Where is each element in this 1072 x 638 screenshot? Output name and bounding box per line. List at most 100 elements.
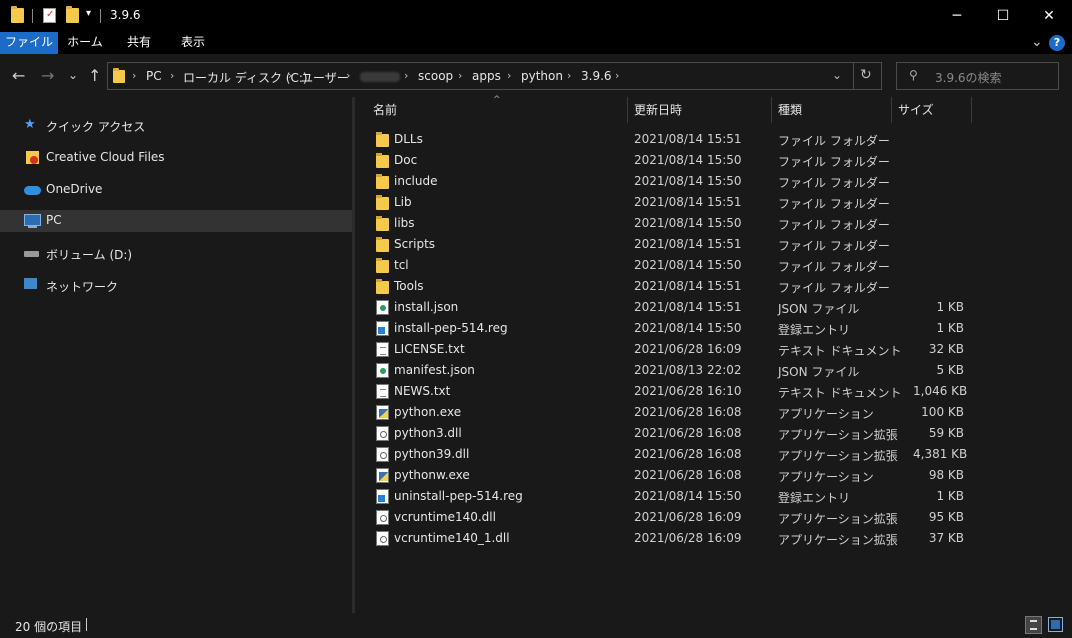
column-header-type[interactable]: 種類 xyxy=(772,97,892,123)
expand-ribbon-icon[interactable]: ⌄ xyxy=(1031,34,1043,50)
file-type: アプリケーション拡張 xyxy=(778,512,898,526)
monitor-stand xyxy=(28,226,37,228)
column-header-date[interactable]: 更新日時 xyxy=(628,97,772,123)
sidebar-item-onedrive[interactable]: OneDrive xyxy=(0,179,352,201)
breadcrumb-users[interactable]: ユーザー xyxy=(301,69,349,86)
table-row[interactable]: manifest.json 2021/08/13 22:02 JSON ファイル 5 … xyxy=(373,360,983,381)
table-row[interactable]: uninstall-pep-514.reg 2021/08/14 15:50 登録エ… xyxy=(373,486,983,507)
star-icon: ★ xyxy=(24,117,36,132)
table-row[interactable]: NEWS.txt 2021/06/28 16:10 テキスト ドキュメント 1,046… xyxy=(373,381,983,402)
exe-file-icon xyxy=(376,405,389,420)
search-icon: ⚲ xyxy=(909,68,918,82)
table-row[interactable]: python.exe 2021/06/28 16:08 アプリケーション 100 KB xyxy=(373,402,983,423)
breadcrumb-python[interactable]: python xyxy=(521,69,563,83)
minimize-button[interactable]: ─ xyxy=(934,0,980,32)
chevron-right-icon[interactable]: › xyxy=(615,69,619,82)
table-row[interactable]: libs 2021/08/14 15:50 ファイル フォルダー xyxy=(373,213,983,234)
sidebar-item-network[interactable]: ネットワーク xyxy=(0,275,352,297)
sidebar-item-quick-access[interactable]: ★ クイック アクセス xyxy=(0,115,352,137)
chevron-right-icon[interactable]: › xyxy=(404,69,408,82)
json-file-icon xyxy=(376,363,389,378)
file-type: アプリケーション拡張 xyxy=(778,428,898,442)
sidebar-item-creative-cloud[interactable]: Creative Cloud Files xyxy=(0,147,352,169)
column-header-size[interactable]: サイズ xyxy=(892,97,972,123)
table-row[interactable]: python3.dll 2021/06/28 16:08 アプリケーション拡張 59 … xyxy=(373,423,983,444)
cloud-icon xyxy=(24,186,41,195)
table-row[interactable]: python39.dll 2021/06/28 16:08 アプリケーション拡張 4,… xyxy=(373,444,983,465)
file-list: ^ 名前 更新日時 種類 サイズ DLLs 2021/08/14 15:51 ファイ… xyxy=(355,95,1072,613)
file-type: JSON ファイル xyxy=(778,302,860,316)
tab-file[interactable]: ファイル xyxy=(0,32,58,54)
tab-home[interactable]: ホーム xyxy=(58,32,112,54)
table-row[interactable]: install-pep-514.reg 2021/08/14 15:50 登録エント… xyxy=(373,318,983,339)
breadcrumb-username-redacted[interactable] xyxy=(360,72,400,82)
new-folder-icon[interactable] xyxy=(66,6,79,23)
creative-cloud-folder-icon xyxy=(26,151,39,164)
search-input[interactable]: ⚲ 3.9.6の検索 xyxy=(896,62,1059,90)
chevron-right-icon[interactable]: › xyxy=(567,69,571,82)
status-bar: 20 個の項目 xyxy=(0,613,1072,638)
table-row[interactable]: Tools 2021/08/14 15:51 ファイル フォルダー xyxy=(373,276,983,297)
table-row[interactable]: include 2021/08/14 15:50 ファイル フォルダー xyxy=(373,171,983,192)
file-type: ファイル フォルダー xyxy=(778,134,890,148)
address-dropdown-icon[interactable]: ⌄ xyxy=(832,68,842,82)
breadcrumb-apps[interactable]: apps xyxy=(472,69,501,83)
table-row[interactable]: Lib 2021/08/14 15:51 ファイル フォルダー xyxy=(373,192,983,213)
file-date: 2021/06/28 16:09 xyxy=(634,531,742,545)
tab-share[interactable]: 共有 xyxy=(112,32,166,54)
recent-locations-button[interactable]: ⌄ xyxy=(68,68,78,82)
file-name: python.exe xyxy=(394,405,462,419)
file-date: 2021/08/14 15:51 xyxy=(634,132,742,146)
dll-file-icon xyxy=(376,531,389,546)
sidebar-item-pc[interactable]: PC xyxy=(0,210,352,232)
table-row[interactable]: LICENSE.txt 2021/06/28 16:09 テキスト ドキュメント 32… xyxy=(373,339,983,360)
file-size: 1,046 KB xyxy=(913,384,968,398)
back-button[interactable]: ← xyxy=(12,66,25,85)
sidebar-item-label: ネットワーク xyxy=(46,280,119,294)
file-size: 5 KB xyxy=(936,363,964,377)
forward-button[interactable]: → xyxy=(41,66,54,85)
toolbar-separator xyxy=(100,9,101,23)
file-date: 2021/08/14 15:50 xyxy=(634,174,742,188)
tab-view[interactable]: 表示 xyxy=(166,32,220,54)
up-button[interactable]: ↑ xyxy=(88,66,101,85)
sidebar-item-volume-d[interactable]: ボリューム (D:) xyxy=(0,243,352,265)
details-view-button[interactable] xyxy=(1025,616,1042,634)
breadcrumb-scoop[interactable]: scoop xyxy=(418,69,453,83)
properties-icon[interactable]: ✓ xyxy=(43,8,56,23)
breadcrumb-pc[interactable]: PC xyxy=(146,69,162,83)
table-row[interactable]: tcl 2021/08/14 15:50 ファイル フォルダー xyxy=(373,255,983,276)
file-type: テキスト ドキュメント xyxy=(778,344,902,358)
breadcrumb-current[interactable]: 3.9.6 xyxy=(581,69,612,83)
table-row[interactable]: vcruntime140.dll 2021/06/28 16:09 アプリケーション… xyxy=(373,507,983,528)
chevron-right-icon[interactable]: › xyxy=(346,69,350,82)
chevron-right-icon[interactable]: › xyxy=(458,69,462,82)
refresh-button[interactable]: ↻ xyxy=(860,67,872,83)
chevron-right-icon[interactable]: › xyxy=(170,69,174,82)
large-icons-view-button[interactable] xyxy=(1048,617,1063,632)
table-row[interactable]: Scripts 2021/08/14 15:51 ファイル フォルダー xyxy=(373,234,983,255)
sidebar-item-label: PC xyxy=(46,213,62,227)
help-icon[interactable]: ? xyxy=(1049,35,1065,51)
table-row[interactable]: DLLs 2021/08/14 15:51 ファイル フォルダー xyxy=(373,129,983,150)
file-date: 2021/06/28 16:08 xyxy=(634,426,742,440)
column-header-name[interactable]: 名前 xyxy=(367,97,628,123)
chevron-right-icon[interactable]: › xyxy=(288,69,292,82)
close-button[interactable]: ✕ xyxy=(1026,0,1072,32)
maximize-button[interactable]: ☐ xyxy=(980,0,1026,32)
address-bar[interactable]: › PC › ローカル ディスク (C:) › ユーザー › › scoop ›… xyxy=(107,62,882,90)
table-row[interactable]: pythonw.exe 2021/06/28 16:08 アプリケーション 98 KB xyxy=(373,465,983,486)
exe-file-icon xyxy=(376,468,389,483)
table-row[interactable]: vcruntime140_1.dll 2021/06/28 16:09 アプリケーシ… xyxy=(373,528,983,549)
file-date: 2021/08/14 15:50 xyxy=(634,489,742,503)
file-type: ファイル フォルダー xyxy=(778,218,890,232)
table-row[interactable]: install.json 2021/08/14 15:51 JSON ファイル 1 K… xyxy=(373,297,983,318)
chevron-right-icon[interactable]: › xyxy=(507,69,511,82)
table-row[interactable]: Doc 2021/08/14 15:50 ファイル フォルダー xyxy=(373,150,983,171)
file-name: Doc xyxy=(394,153,418,167)
file-size: 37 KB xyxy=(928,531,964,545)
customize-quick-access-icon[interactable]: ▾ xyxy=(86,8,91,19)
ribbon-tabs: ファイル ホーム 共有 表示 ⌄ ? xyxy=(0,32,1072,54)
dll-file-icon xyxy=(376,510,389,525)
chevron-right-icon[interactable]: › xyxy=(132,69,136,82)
